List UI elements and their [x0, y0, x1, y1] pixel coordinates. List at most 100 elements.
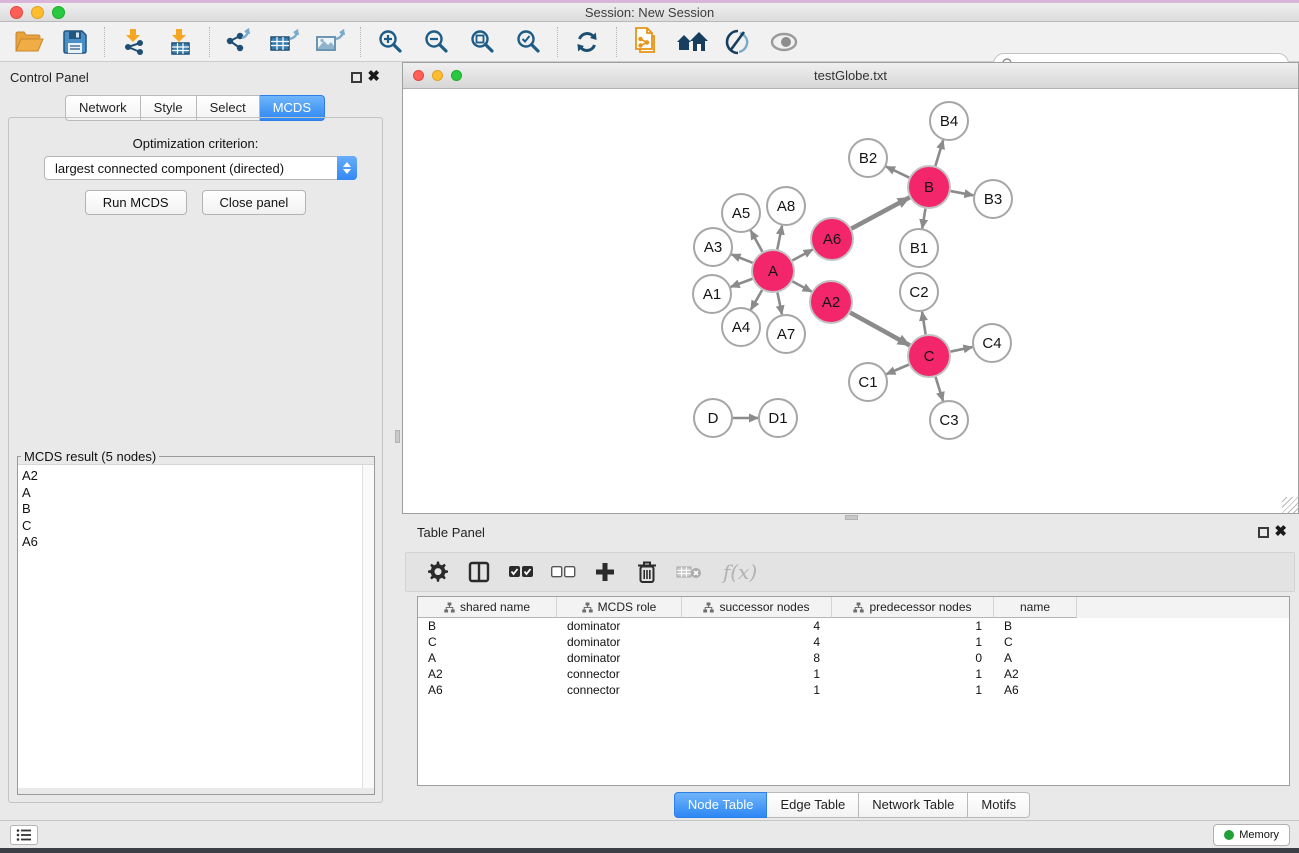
mcds-result-item[interactable]: B — [22, 501, 360, 518]
tab-motifs[interactable]: Motifs — [968, 792, 1030, 818]
import-table-icon[interactable] — [163, 26, 197, 58]
edge-A-A4[interactable] — [751, 290, 762, 310]
graph-node-B3[interactable]: B3 — [974, 180, 1012, 218]
float-panel-icon[interactable] — [351, 72, 362, 83]
mcds-result-item[interactable]: A2 — [22, 468, 360, 485]
table-row[interactable]: Bdominator41B — [418, 618, 1289, 634]
zoom-in-icon[interactable] — [373, 26, 407, 58]
mcds-result-item[interactable]: A — [22, 485, 360, 502]
edge-B-B1[interactable] — [922, 209, 925, 229]
export-network-icon[interactable] — [222, 26, 256, 58]
memory-button[interactable]: Memory — [1213, 824, 1290, 846]
tab-edge-table[interactable]: Edge Table — [767, 792, 859, 818]
export-table-icon[interactable] — [268, 26, 302, 58]
splitter-handle[interactable] — [395, 430, 400, 443]
graph-node-A1[interactable]: A1 — [693, 275, 731, 313]
cell-name: A — [994, 651, 1077, 665]
open-file-icon[interactable] — [12, 26, 46, 58]
split-column-icon[interactable] — [466, 558, 492, 586]
tab-network-table[interactable]: Network Table — [859, 792, 968, 818]
refresh-icon[interactable] — [570, 26, 604, 58]
mcds-result-scrollbar[interactable] — [362, 465, 374, 788]
task-history-button[interactable] — [10, 825, 38, 845]
column-header-name[interactable]: name — [994, 597, 1077, 618]
select-all-icon[interactable] — [508, 558, 534, 586]
graph-node-C3[interactable]: C3 — [930, 401, 968, 439]
mcds-result-item[interactable]: C — [22, 518, 360, 535]
edge-A2-C[interactable] — [850, 313, 909, 346]
save-session-icon[interactable] — [58, 26, 92, 58]
svg-text:B4: B4 — [940, 113, 958, 130]
network-window-titlebar[interactable]: testGlobe.txt — [403, 63, 1298, 89]
edge-B-B3[interactable] — [951, 191, 974, 195]
home-icon[interactable] — [675, 26, 709, 58]
network-graph[interactable]: B4 B2 B B3 A8A5 A6 A3 B1 A C2 A1 A2 A4A7 C4 C C1 D D1 C3 — [404, 89, 1297, 513]
run-mcds-button[interactable]: Run MCDS — [85, 190, 187, 215]
edge-A-A5[interactable] — [751, 231, 763, 252]
graph-node-B[interactable]: B — [908, 166, 950, 208]
close-panel-icon[interactable]: ✖ — [367, 71, 380, 82]
graph-node-A3[interactable]: A3 — [694, 228, 732, 266]
edge-A-A8[interactable] — [777, 226, 782, 250]
edge-C-C3[interactable] — [936, 377, 943, 401]
edge-B-B4[interactable] — [935, 140, 943, 166]
table-row[interactable]: A6connector11A6 — [418, 682, 1289, 698]
graph-node-B2[interactable]: B2 — [849, 139, 887, 177]
eye-icon[interactable] — [767, 26, 801, 58]
graph-node-C2[interactable]: C2 — [900, 273, 938, 311]
column-header-shared-name[interactable]: shared name — [418, 597, 557, 618]
edge-A-A6[interactable] — [792, 249, 812, 260]
graph-node-C1[interactable]: C1 — [849, 363, 887, 401]
table-row[interactable]: A2connector11A2 — [418, 666, 1289, 682]
resize-grip-icon[interactable] — [1282, 497, 1298, 513]
network-canvas[interactable]: B4 B2 B B3 A8A5 A6 A3 B1 A C2 A1 A2 A4A7 C4 C C1 D D1 C3 — [404, 89, 1297, 513]
tab-node-table[interactable]: Node Table — [674, 792, 768, 818]
graph-node-A[interactable]: A — [752, 250, 794, 292]
table-row[interactable]: Adominator80A — [418, 650, 1289, 666]
graph-node-D[interactable]: D — [694, 399, 732, 437]
edge-C-C2[interactable] — [922, 312, 926, 335]
graph-node-A5[interactable]: A5 — [722, 194, 760, 232]
graph-node-C4[interactable]: C4 — [973, 324, 1011, 362]
graph-node-A8[interactable]: A8 — [767, 187, 805, 225]
edge-A-A2[interactable] — [792, 281, 811, 291]
new-network-icon[interactable] — [629, 26, 663, 58]
graph-node-B1[interactable]: B1 — [900, 229, 938, 267]
graph-node-A6[interactable]: A6 — [811, 218, 853, 260]
add-icon[interactable] — [592, 558, 618, 586]
edge-A-A7[interactable] — [777, 293, 782, 315]
graph-node-B4[interactable]: B4 — [930, 102, 968, 140]
column-header-successor-nodes[interactable]: successor nodes — [682, 597, 832, 618]
edge-C-C1[interactable] — [886, 365, 908, 375]
gear-icon[interactable] — [424, 558, 450, 586]
column-header-predecessor-nodes[interactable]: predecessor nodes — [832, 597, 994, 618]
column-header-mcds-role[interactable]: MCDS role — [557, 597, 682, 618]
zoom-fit-icon[interactable] — [465, 26, 499, 58]
graph-node-A2[interactable]: A2 — [810, 281, 852, 323]
edge-A6-B[interactable] — [851, 197, 909, 228]
delete-table-icon — [676, 558, 702, 586]
import-network-icon[interactable] — [117, 26, 151, 58]
export-image-icon[interactable] — [314, 26, 348, 58]
graph-node-A7[interactable]: A7 — [767, 315, 805, 353]
graph-node-A4[interactable]: A4 — [722, 308, 760, 346]
float-panel-icon[interactable] — [1258, 527, 1269, 538]
visual-details-icon[interactable] — [721, 26, 755, 58]
close-panel-icon[interactable]: ✖ — [1274, 526, 1287, 537]
node-table[interactable]: shared nameMCDS rolesuccessor nodesprede… — [417, 596, 1290, 786]
edge-A-A1[interactable] — [731, 279, 753, 287]
delete-icon[interactable] — [634, 558, 660, 586]
zoom-selected-icon[interactable] — [511, 26, 545, 58]
edge-A-A3[interactable] — [732, 254, 753, 262]
close-panel-button[interactable]: Close panel — [202, 190, 307, 215]
graph-node-C[interactable]: C — [908, 335, 950, 377]
mcds-result-item[interactable]: A6 — [22, 534, 360, 551]
edge-B-B2[interactable] — [886, 167, 909, 178]
zoom-out-icon[interactable] — [419, 26, 453, 58]
edge-C-C4[interactable] — [951, 347, 973, 352]
deselect-all-icon[interactable] — [550, 558, 576, 586]
graph-node-D1[interactable]: D1 — [759, 399, 797, 437]
criterion-select[interactable]: largest connected component (directed) — [44, 156, 357, 180]
mcds-result-list[interactable]: A2ABCA6 — [18, 464, 374, 788]
table-row[interactable]: Cdominator41C — [418, 634, 1289, 650]
